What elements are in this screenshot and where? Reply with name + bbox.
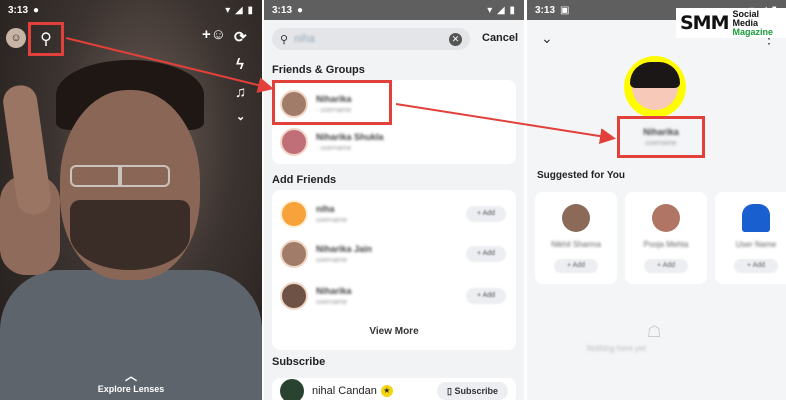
suggested-card[interactable]: User Name + Add <box>715 192 786 284</box>
clear-icon[interactable]: ✕ <box>449 32 462 46</box>
whatsapp-icon: ● <box>33 4 40 16</box>
subscribe-title: Subscribe <box>272 356 326 368</box>
more-tools-chevron-icon[interactable]: ⌄ <box>236 110 245 123</box>
list-item[interactable]: Niharika username <box>280 278 352 314</box>
search-screen: 3:13 ● ▾ ◢ ▮ ⚲ niha ✕ Cancel Friends & G… <box>264 0 524 400</box>
flip-camera-icon[interactable]: ⟳ <box>234 28 247 46</box>
blurred-contact-name: niha username <box>316 204 348 224</box>
search-icon: ⚲ <box>280 33 289 46</box>
logo-line1: Social Media <box>732 8 760 28</box>
ghost-icon: ☖ <box>647 324 662 341</box>
music-icon[interactable]: ♫ <box>235 84 246 101</box>
view-more-button[interactable]: View More <box>272 326 516 337</box>
camera-screen: 3:13 ● ▾ ◢ ▮ ☺ ⚲ +☺ ⟳ ϟ ♫ ⌄ ︿ Explore Le… <box>0 0 262 400</box>
avatar <box>562 204 590 232</box>
logo-line2: Magazine <box>732 26 774 37</box>
smm-logo: SMM Social Media Magazine <box>676 8 786 38</box>
list-item[interactable]: Niharika Shukla · username <box>280 124 384 160</box>
camera-subject-glasses <box>70 165 170 187</box>
status-time: 3:13 <box>272 4 293 16</box>
add-button[interactable]: + Add <box>466 246 506 262</box>
subscribe-button-label: Subscribe <box>454 386 498 396</box>
search-query: niha <box>294 33 315 45</box>
add-button[interactable]: + Add <box>734 259 778 273</box>
status-time: 3:13 <box>535 4 556 16</box>
blurred-suggested-name: User Name <box>735 240 777 249</box>
add-button[interactable]: + Add <box>554 259 598 273</box>
blurred-suggested-name: Pooja Mehta <box>643 240 689 249</box>
status-icons: ▾ ◢ ▮ <box>225 4 254 16</box>
cancel-button[interactable]: Cancel <box>482 32 518 44</box>
blurred-empty-text: Nothing here yet <box>587 344 646 353</box>
avatar <box>742 204 770 232</box>
star-badge-icon: ★ <box>380 385 393 397</box>
status-icons: ▾ ◢ ▮ <box>487 4 516 16</box>
whatsapp-icon: ● <box>297 4 304 16</box>
blurred-profile-username: username <box>645 140 677 147</box>
blurred-contact-name: Niharika Jain username <box>316 244 373 264</box>
search-icon: ⚲ <box>40 31 52 48</box>
add-friends-card: niha username + Add Niharika Jain username… <box>272 190 516 350</box>
blurred-suggested-name: Nikhil Sharma <box>551 240 601 249</box>
profile-bitmoji[interactable] <box>624 56 686 118</box>
chevron-up-icon: ︿ <box>124 369 137 383</box>
add-button[interactable]: + Add <box>466 206 506 222</box>
subscribe-name: nihal Candan <box>312 385 377 397</box>
highlight-box <box>272 80 392 125</box>
blurred-contact-name: Niharika username <box>316 286 352 306</box>
search-input[interactable]: ⚲ niha ✕ <box>272 28 470 50</box>
blurred-profile-name: Niharika <box>643 127 679 137</box>
camera-subject-beard <box>70 200 190 270</box>
subscribe-item[interactable]: nihal Candan ★ ▯ Subscribe <box>272 378 516 400</box>
suggested-card[interactable]: Pooja Mehta + Add <box>625 192 707 284</box>
logo-letters: SMM <box>680 12 729 34</box>
status-bar: 3:13 ● ▾ ◢ ▮ <box>264 0 524 20</box>
search-button[interactable]: ⚲ <box>28 22 64 56</box>
list-item[interactable]: Niharika Jain username <box>280 236 372 272</box>
add-friend-icon[interactable]: +☺ <box>202 26 226 43</box>
avatar <box>280 379 304 400</box>
avatar <box>280 128 308 156</box>
subscribe-button[interactable]: ▯ Subscribe <box>437 382 508 400</box>
add-button[interactable]: + Add <box>466 288 506 304</box>
chevron-down-icon[interactable]: ⌄ <box>541 30 553 47</box>
friends-groups-title: Friends & Groups <box>272 64 365 76</box>
status-time: 3:13 <box>8 4 29 16</box>
list-item[interactable]: niha username <box>280 196 347 232</box>
gallery-icon: ▣ <box>560 4 570 16</box>
suggested-card[interactable]: Nikhil Sharma + Add <box>535 192 617 284</box>
avatar <box>280 200 308 228</box>
avatar <box>280 240 308 268</box>
blurred-contact-name: Niharika Shukla · username <box>316 132 384 152</box>
profile-screen: 3:13 ▣ ▾ ◢ ▮ ⌄ ⋮ Niharika username Sugge… <box>527 0 786 400</box>
avatar <box>652 204 680 232</box>
status-bar: 3:13 ● ▾ ◢ ▮ <box>0 0 262 20</box>
suggested-title: Suggested for You <box>537 170 625 181</box>
explore-lenses[interactable]: ︿ Explore Lenses <box>0 367 262 394</box>
explore-lenses-label: Explore Lenses <box>97 384 165 394</box>
highlight-box: Niharika username <box>617 116 705 158</box>
flash-off-icon[interactable]: ϟ <box>236 56 244 73</box>
avatar <box>280 282 308 310</box>
profile-avatar[interactable]: ☺ <box>6 28 26 48</box>
add-friends-title: Add Friends <box>272 174 337 186</box>
add-button[interactable]: + Add <box>644 259 688 273</box>
